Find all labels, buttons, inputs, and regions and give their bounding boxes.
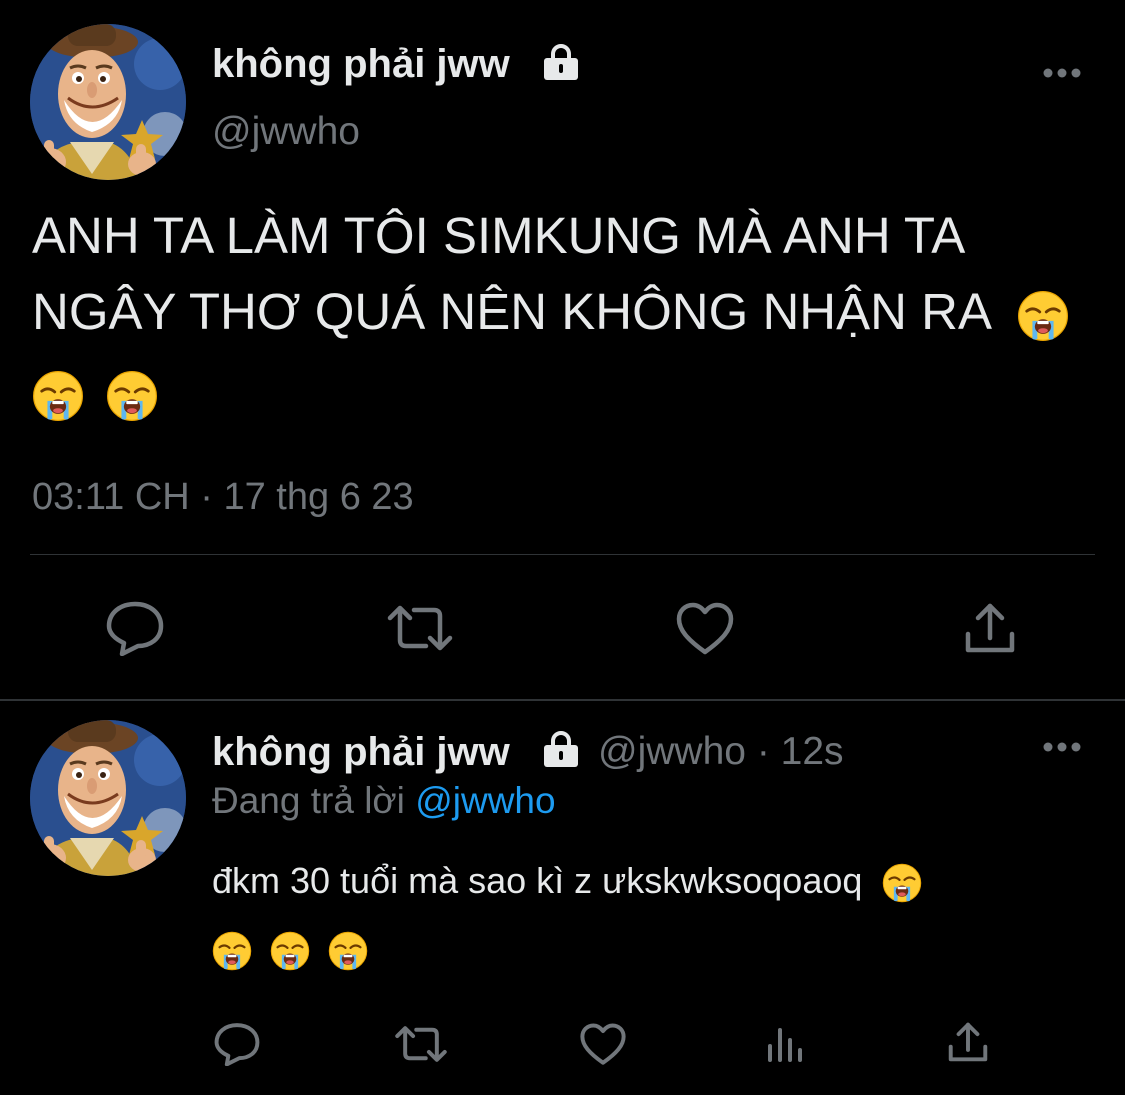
lock-icon: [542, 44, 580, 80]
reply-text-line-2: [212, 914, 922, 982]
tweet-text-line-3: [32, 350, 1069, 430]
tweet-text-line-2: NGÂY THƠ QUÁ NÊN KHÔNG NHẬN RA: [32, 274, 1069, 350]
crying-emoji-icon: [1017, 290, 1069, 342]
heart-icon[interactable]: [580, 1023, 626, 1066]
replying-to: Đang trả lời @jwwho: [212, 780, 556, 822]
crying-emoji-icon: [882, 863, 922, 903]
analytics-icon[interactable]: [766, 1024, 806, 1064]
crying-emoji-icon: [212, 931, 252, 971]
more-icon[interactable]: [1042, 740, 1082, 754]
tweet-text-line-1: ANH TA LÀM TÔI SIMKUNG MÀ ANH TA: [32, 207, 966, 264]
reply-display-name[interactable]: không phải jww: [212, 730, 510, 775]
replying-label: Đang trả lời: [212, 780, 405, 821]
heart-icon[interactable]: [676, 602, 734, 656]
display-name[interactable]: không phải jww: [212, 42, 510, 87]
share-icon[interactable]: [962, 600, 1018, 656]
crying-emoji-icon: [270, 931, 310, 971]
reply-icon[interactable]: [106, 600, 164, 656]
reply-text: đkm 30 tuổi mà sao kì z ưkskwksoqoaoq: [212, 848, 922, 982]
share-icon[interactable]: [946, 1020, 990, 1064]
reply-text-line-1: đkm 30 tuổi mà sao kì z ưkskwksoqoaoq: [212, 848, 922, 914]
reply-icon[interactable]: [214, 1022, 260, 1066]
crying-emoji-icon: [32, 370, 84, 422]
reply-separator: ·: [756, 730, 770, 773]
reply-text-content: đkm 30 tuổi mà sao kì z ưkskwksoqoaoq: [212, 860, 863, 901]
tweet-text: ANH TA LÀM TÔI SIMKUNG MÀ ANH TA NGÂY TH…: [32, 198, 1069, 430]
divider: [30, 554, 1095, 555]
tweet-separator: [0, 699, 1125, 701]
crying-emoji-icon: [106, 370, 158, 422]
reply-handle[interactable]: @jwwho: [598, 730, 746, 773]
more-icon[interactable]: [1042, 66, 1082, 80]
tweet-text-line-2-text: NGÂY THƠ QUÁ NÊN KHÔNG NHẬN RA: [32, 283, 990, 340]
avatar[interactable]: [30, 24, 186, 180]
reply-time[interactable]: 12s: [781, 730, 844, 773]
handle[interactable]: @jwwho: [212, 110, 360, 154]
retweet-icon[interactable]: [394, 1025, 448, 1063]
replying-to-link[interactable]: @jwwho: [415, 780, 555, 821]
retweet-icon[interactable]: [386, 604, 454, 652]
reply-avatar[interactable]: [30, 720, 186, 876]
timestamp[interactable]: 03:11 CH · 17 thg 6 23: [32, 476, 414, 519]
lock-icon: [542, 731, 580, 767]
crying-emoji-icon: [328, 931, 368, 971]
reply-handle-line: @jwwho · 12s: [598, 730, 844, 774]
